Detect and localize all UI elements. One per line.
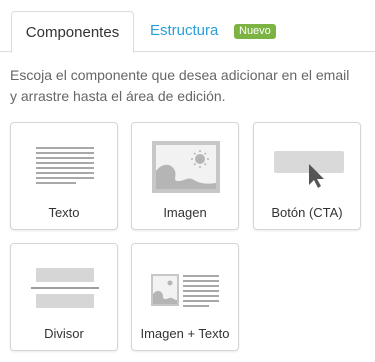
image-text-icon <box>151 274 219 307</box>
tab-componentes[interactable]: Componentes <box>11 11 134 53</box>
component-card-imagen-texto[interactable]: Imagen + Texto <box>131 243 239 351</box>
component-card-imagen[interactable]: Imagen <box>131 122 239 230</box>
button-cursor-icon <box>274 151 344 188</box>
component-card-divisor[interactable]: Divisor <box>10 243 118 351</box>
component-tabs: Componentes Estructura Nuevo <box>0 0 375 53</box>
component-label-texto: Texto <box>48 205 80 220</box>
component-label-divisor: Divisor <box>44 326 84 341</box>
component-card-boton-cta[interactable]: Botón (CTA) <box>253 122 361 230</box>
component-label-imagen: Imagen <box>163 205 207 220</box>
divider-icon <box>31 268 99 308</box>
text-lines-icon <box>36 147 94 184</box>
tab-estructura[interactable]: Estructura <box>150 22 218 39</box>
image-icon <box>152 141 220 193</box>
instructions-text: Escoja el componente que desea adicionar… <box>10 67 350 104</box>
component-card-texto[interactable]: Texto <box>10 122 118 230</box>
component-label-imagen-texto: Imagen + Texto <box>140 326 230 341</box>
new-badge: Nuevo <box>234 24 276 39</box>
component-label-boton-cta: Botón (CTA) <box>271 205 343 220</box>
tab-componentes-label: Componentes <box>25 24 120 41</box>
